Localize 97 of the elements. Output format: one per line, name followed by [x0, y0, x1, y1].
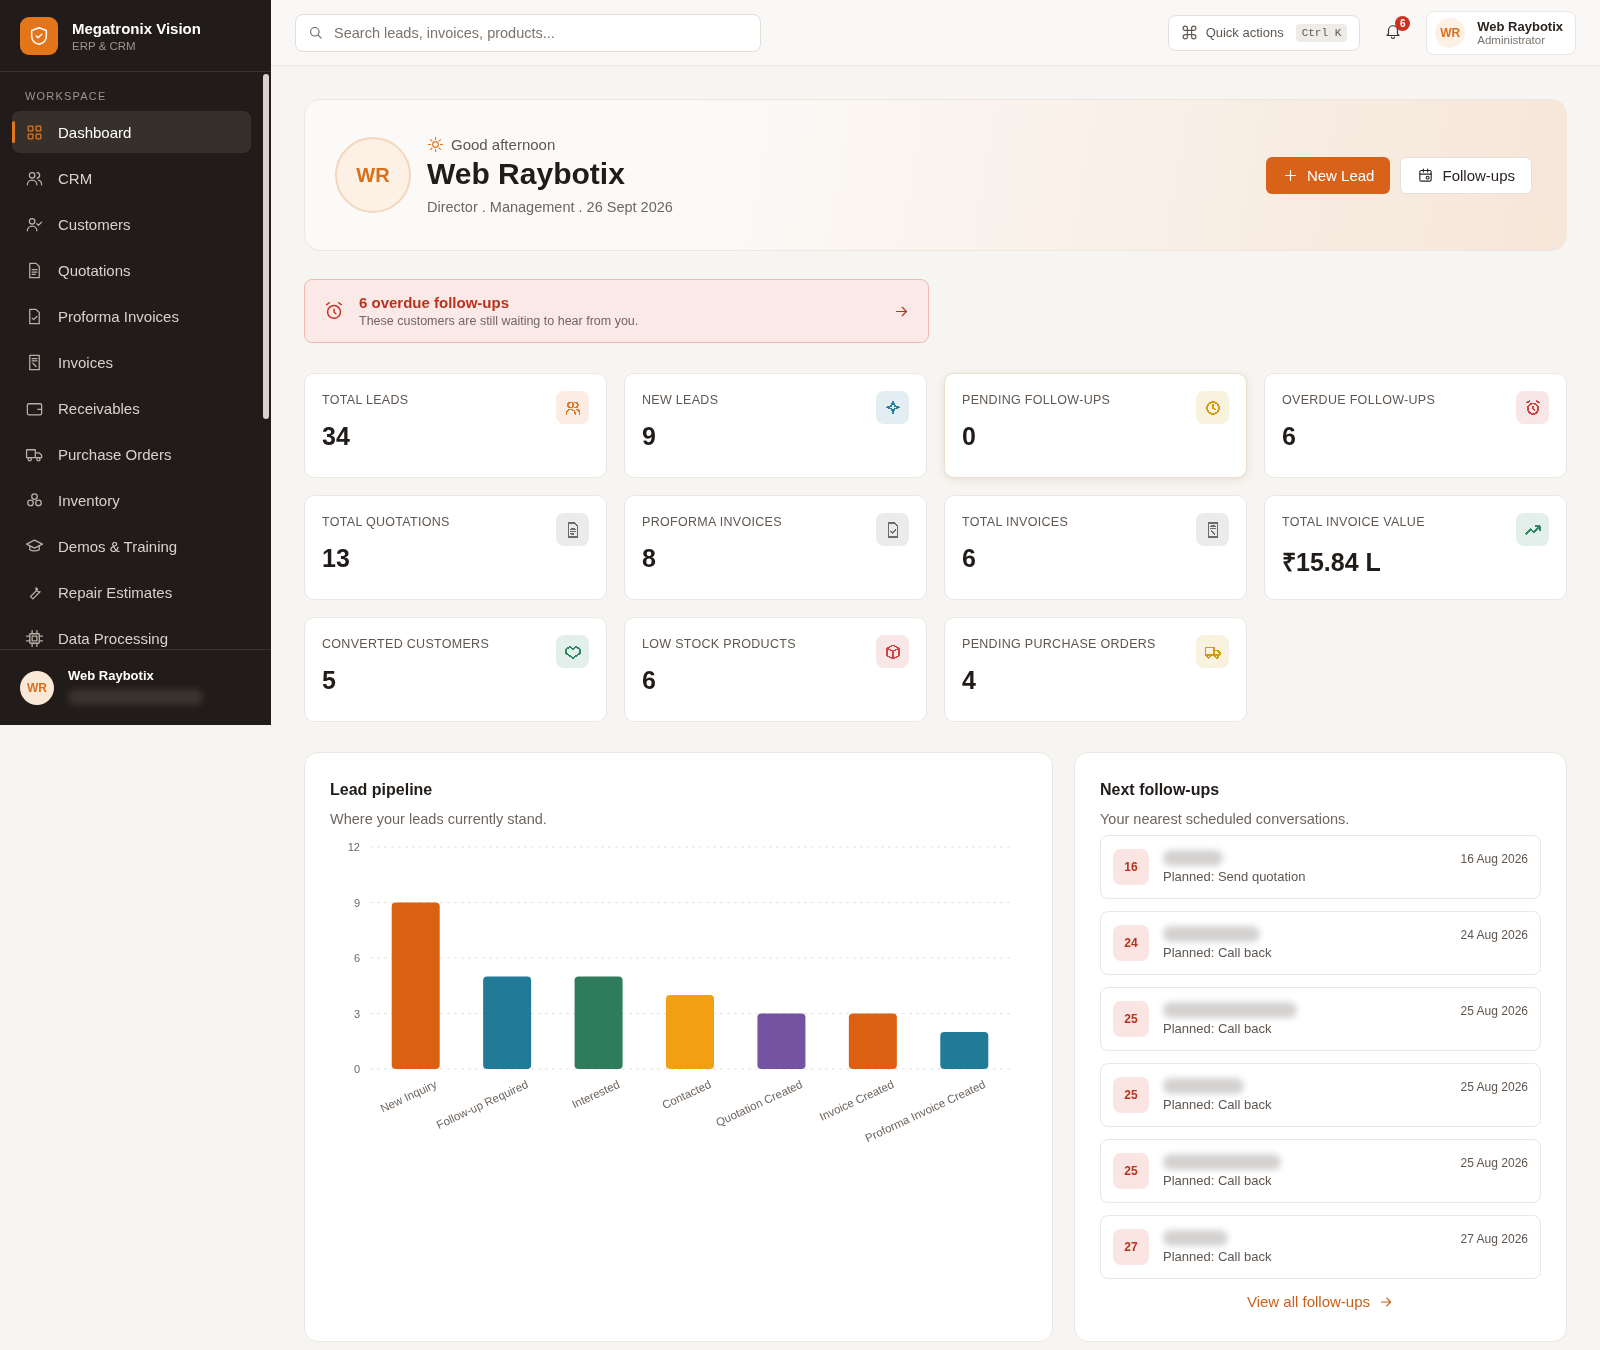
sidebar-item[interactable]: Inventory [12, 479, 251, 521]
view-all-link[interactable]: View all follow-ups [1246, 1293, 1395, 1310]
chip-icon [25, 628, 44, 648]
chart-bar [757, 1013, 806, 1069]
date-badge: 27 [1113, 1229, 1149, 1265]
quick-actions-button[interactable]: Quick actions Ctrl K [1167, 14, 1361, 51]
sidebar-item[interactable]: Dashboard [12, 111, 251, 153]
sidebar-item[interactable]: Quotations [12, 249, 251, 291]
stat-label: NEW LEADS [642, 392, 719, 407]
stat-value: 4 [962, 666, 977, 695]
stat-value: 6 [962, 544, 977, 573]
follow-up-date: 27 Aug 2026 [1460, 1231, 1528, 1246]
section-label: WORKSPACE [24, 90, 108, 104]
follow-up-plan: Planned: Call back [1163, 1021, 1273, 1036]
stat-label: PROFORMA INVOICES [642, 514, 782, 529]
date-badge: 25 [1113, 1001, 1149, 1037]
stat-label: TOTAL LEADS [322, 392, 409, 407]
command-icon [1180, 24, 1198, 41]
stat-value: 0 [962, 422, 977, 451]
stat-label: TOTAL INVOICES [962, 514, 1069, 529]
follow-up-date: 25 Aug 2026 [1460, 1003, 1528, 1018]
follow-up-item[interactable]: 24 Planned: Call back 24 Aug 2026 [1100, 911, 1541, 975]
follow-up-item[interactable]: 16 Planned: Send quotation 16 Aug 2026 [1100, 835, 1541, 899]
follow-up-item[interactable]: 25 Planned: Call back 25 Aug 2026 [1100, 1063, 1541, 1127]
shortcut-key: Ctrl K [1295, 23, 1348, 42]
greeting-text: Good afternoon [451, 135, 556, 153]
logo-icon [20, 16, 58, 55]
axis-tick-label: 9 [353, 896, 360, 909]
follow-up-item[interactable]: 25 Planned: Call back 25 Aug 2026 [1100, 1139, 1541, 1203]
date-badge: 16 [1113, 849, 1149, 885]
user-menu[interactable]: WR Web Raybotix Administrator [1426, 10, 1576, 55]
follow-ups-button[interactable]: Follow-ups [1400, 156, 1532, 194]
follow-up-date: 16 Aug 2026 [1460, 851, 1528, 866]
user-details: Director . Management . 26 Sept 2026 [427, 198, 674, 215]
sidebar-item[interactable]: Data Processing [12, 617, 251, 649]
sidebar-item[interactable]: CRM [12, 157, 251, 199]
follow-up-item[interactable]: 27 Planned: Call back 27 Aug 2026 [1100, 1215, 1541, 1279]
notifications-button[interactable]: 6 [1378, 17, 1409, 48]
stat-label: PENDING PURCHASE ORDERS [962, 636, 1156, 651]
chart-bar [848, 1013, 897, 1069]
calendar-icon [1417, 166, 1435, 184]
date-badge: 25 [1113, 1077, 1149, 1113]
brand-subtitle: ERP & CRM [72, 39, 137, 52]
date-badge: 24 [1113, 925, 1149, 961]
stat-value: 8 [642, 544, 657, 573]
notification-badge: 6 [1395, 15, 1411, 31]
axis-tick-label: 12 [347, 841, 360, 853]
stat-value: 6 [1282, 422, 1297, 451]
follow-up-plan: Planned: Call back [1163, 1249, 1273, 1264]
panel-subtitle: Your nearest scheduled conversations. [1100, 811, 1351, 827]
follow-up-date: 25 Aug 2026 [1460, 1079, 1528, 1094]
user-name: Web Raybotix [68, 667, 155, 683]
axis-tick-label: 6 [353, 952, 360, 964]
follow-up-plan: Planned: Send quotation [1163, 869, 1307, 884]
sidebar-item[interactable]: Purchase Orders [12, 433, 251, 475]
follow-up-plan: Planned: Call back [1163, 945, 1273, 960]
stat-label: LOW STOCK PRODUCTS [642, 636, 796, 651]
panel-title: Next follow-ups [1100, 781, 1221, 799]
sidebar-item[interactable]: Demos & Training [12, 525, 251, 567]
stat-value: 6 [642, 666, 657, 695]
sidebar-item[interactable]: Repair Estimates [12, 571, 251, 613]
follow-up-plan: Planned: Call back [1163, 1173, 1273, 1188]
stat-label: PENDING FOLLOW-UPS [962, 392, 1111, 407]
sidebar-item[interactable]: Invoices [12, 341, 251, 383]
avatar: WR [20, 670, 54, 705]
alert-message: These customers are still waiting to hear from you. [359, 314, 640, 328]
axis-tick-label: 3 [353, 1007, 360, 1020]
stat-value: 5 [322, 666, 337, 695]
new-lead-button[interactable]: New Lead [1265, 156, 1391, 194]
sidebar-item[interactable]: Receivables [12, 387, 251, 429]
stat-value: 13 [322, 544, 351, 573]
panel-title: Lead pipeline [330, 781, 434, 799]
alert-title: 6 overdue follow-ups [359, 294, 510, 311]
follow-up-date: 24 Aug 2026 [1460, 927, 1528, 942]
stat-value: ₹15.84 L [1282, 547, 1382, 578]
date-badge: 25 [1113, 1153, 1149, 1189]
follow-up-plan: Planned: Call back [1163, 1097, 1273, 1112]
overdue-alert[interactable]: 6 overdue follow-ups These customers are still waiting to hear from you. [304, 279, 929, 343]
sun-icon [427, 135, 444, 153]
chart-bar [940, 1032, 989, 1069]
alarm-clock-icon [323, 300, 345, 322]
follow-up-date: 25 Aug 2026 [1460, 1155, 1528, 1170]
stat-value: 34 [322, 422, 351, 451]
brand-name: Megatronix Vision [72, 19, 201, 37]
axis-tick-label: 0 [353, 1063, 360, 1075]
follow-up-item[interactable]: 25 Planned: Call back 25 Aug 2026 [1100, 987, 1541, 1051]
panel-subtitle: Where your leads currently stand. [330, 811, 548, 827]
stat-label: OVERDUE FOLLOW-UPS [1282, 392, 1436, 407]
stat-label: TOTAL QUOTATIONS [322, 514, 450, 529]
avatar: WR [335, 137, 411, 213]
stat-value: 9 [642, 422, 657, 451]
user-name: Web Raybotix [427, 156, 626, 191]
sidebar-item[interactable]: Customers [12, 203, 251, 245]
stat-label: TOTAL INVOICE VALUE [1282, 514, 1425, 529]
stat-label: CONVERTED CUSTOMERS [322, 636, 490, 651]
sidebar-item[interactable]: Proforma Invoices [12, 295, 251, 337]
search-field[interactable]: Search leads, invoices, products... [295, 13, 761, 52]
